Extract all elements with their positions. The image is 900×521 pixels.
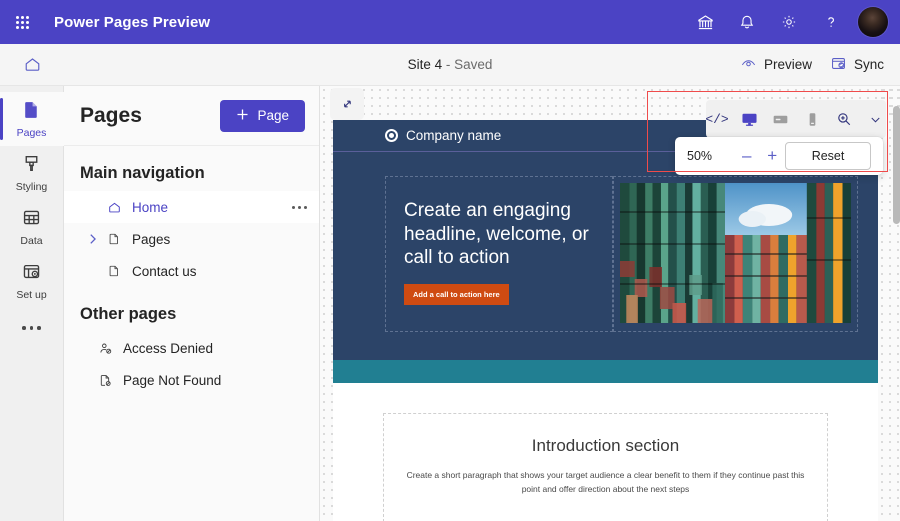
zoom-popover: 50% – + Reset: [675, 137, 883, 175]
site-name: Site 4: [407, 57, 443, 72]
device-preview-toolbar: </>: [705, 100, 886, 138]
sidebar-item-data[interactable]: Data: [0, 200, 64, 254]
nav-item-label: Pages: [132, 231, 171, 247]
app-launcher-icon[interactable]: [0, 0, 44, 44]
hero-image-block[interactable]: [613, 176, 858, 332]
gear-icon[interactable]: [768, 0, 810, 44]
sidebar-item-label: Pages: [16, 126, 47, 139]
command-bar: Site 4 - Saved Preview Sync: [0, 44, 900, 86]
zoom-out-button[interactable]: –: [734, 143, 759, 169]
home-icon: [107, 200, 123, 215]
tablet-icon[interactable]: [771, 108, 792, 130]
page-icon: [21, 99, 42, 125]
introduction-wrapper: Introduction section Create a short para…: [333, 382, 878, 521]
hero-text-block[interactable]: Create an engaging headline, welcome, or…: [385, 176, 613, 332]
nav-item-label: Page Not Found: [123, 372, 222, 388]
sidebar-item-styling[interactable]: Styling: [0, 146, 64, 200]
hero-heading: Create an engaging headline, welcome, or…: [404, 200, 589, 269]
pages-panel: Pages Page Main navigation Home Pages Co…: [64, 86, 320, 521]
pages-panel-header: Pages Page: [64, 86, 319, 146]
sidebar-more-options-button[interactable]: [0, 308, 64, 348]
add-page-button[interactable]: Page: [220, 99, 305, 132]
chevron-right-icon[interactable]: [86, 233, 98, 245]
sync-window-icon: [830, 55, 847, 75]
call-to-action-button[interactable]: Add a call to action here: [404, 283, 509, 305]
table-grid-icon: [21, 207, 42, 233]
sync-label: Sync: [853, 57, 884, 72]
company-name-label: Company name: [406, 128, 502, 143]
bell-icon[interactable]: [726, 0, 768, 44]
photo-graphic: [620, 183, 851, 323]
nav-item-label: Access Denied: [123, 340, 214, 356]
app-title: Power Pages Preview: [54, 13, 211, 31]
top-app-bar: Power Pages Preview: [0, 0, 900, 44]
document-icon: [107, 232, 123, 246]
command-bar-actions: Preview Sync: [740, 55, 900, 75]
nav-item-home[interactable]: Home: [64, 191, 319, 223]
introduction-title: Introduction section: [531, 435, 680, 455]
sidebar-item-label: Styling: [15, 180, 48, 193]
question-mark-icon[interactable]: [810, 0, 852, 44]
expand-diagonal-icon[interactable]: [330, 88, 364, 120]
nav-item-contact-us[interactable]: Contact us: [64, 255, 319, 287]
introduction-section[interactable]: Introduction section Create a short para…: [383, 412, 828, 521]
setup-gear-panel-icon: [21, 261, 42, 287]
save-state: - Saved: [445, 57, 493, 72]
document-blocked-icon: [98, 373, 114, 388]
person-blocked-icon: [98, 341, 114, 356]
pages-panel-title: Pages: [80, 103, 142, 127]
nav-item-overflow-button[interactable]: [292, 205, 307, 209]
home-icon[interactable]: [0, 44, 64, 86]
add-page-label: Page: [257, 108, 289, 123]
plus-icon: [236, 108, 249, 124]
nav-item-pages[interactable]: Pages: [64, 223, 319, 255]
preview-button[interactable]: Preview: [740, 55, 812, 75]
nav-item-label: Contact us: [132, 263, 197, 279]
mobile-icon[interactable]: [802, 108, 823, 130]
nav-item-page-not-found[interactable]: Page Not Found: [64, 364, 319, 396]
eye-icon: [740, 55, 757, 75]
sidebar-item-setup[interactable]: Set up: [0, 254, 64, 308]
canvas-scrollbar-thumb[interactable]: [893, 106, 900, 224]
nav-item-label: Home: [132, 199, 169, 215]
user-avatar[interactable]: [858, 7, 888, 37]
hero-body: Create an engaging headline, welcome, or…: [333, 152, 878, 360]
paint-brush-icon: [21, 153, 42, 179]
desktop-icon[interactable]: [739, 108, 760, 130]
introduction-text: Create a short paragraph that shows your…: [406, 469, 805, 495]
sidebar-item-label: Set up: [16, 288, 47, 301]
nav-item-access-denied[interactable]: Access Denied: [64, 332, 319, 364]
preview-label: Preview: [763, 57, 812, 72]
magnifier-plus-icon[interactable]: [834, 108, 855, 130]
waffle-grid: [15, 15, 29, 29]
code-icon[interactable]: </>: [705, 108, 728, 130]
canvas-dot-grid-left: [320, 86, 333, 521]
section-heading-other-pages: Other pages: [80, 305, 177, 323]
sidebar-item-pages[interactable]: Pages: [0, 92, 64, 146]
canvas-vertical-scrollbar[interactable]: [893, 86, 900, 521]
topbar-actions: [684, 0, 900, 44]
sidebar-item-label: Data: [20, 234, 43, 247]
chevron-down-icon[interactable]: [865, 108, 886, 130]
sync-button[interactable]: Sync: [830, 55, 884, 75]
left-navigation-rail: Pages Styling Data Set up: [0, 86, 64, 521]
zoom-in-button[interactable]: +: [760, 143, 785, 169]
document-icon: [107, 264, 123, 278]
section-heading-main-navigation: Main navigation: [80, 164, 205, 182]
containers-photo: [620, 183, 851, 323]
globe-accessibility-icon[interactable]: [684, 0, 726, 44]
circle-logo-icon: [385, 129, 398, 142]
site-preview-page: Company name Create an engaging headline…: [333, 120, 878, 521]
power-pages-studio: Power Pages Preview Site 4 - Saved Previ…: [0, 0, 900, 521]
zoom-reset-button[interactable]: Reset: [785, 142, 872, 170]
accent-strip: [333, 359, 878, 383]
zoom-level-value: 50%: [687, 149, 713, 163]
